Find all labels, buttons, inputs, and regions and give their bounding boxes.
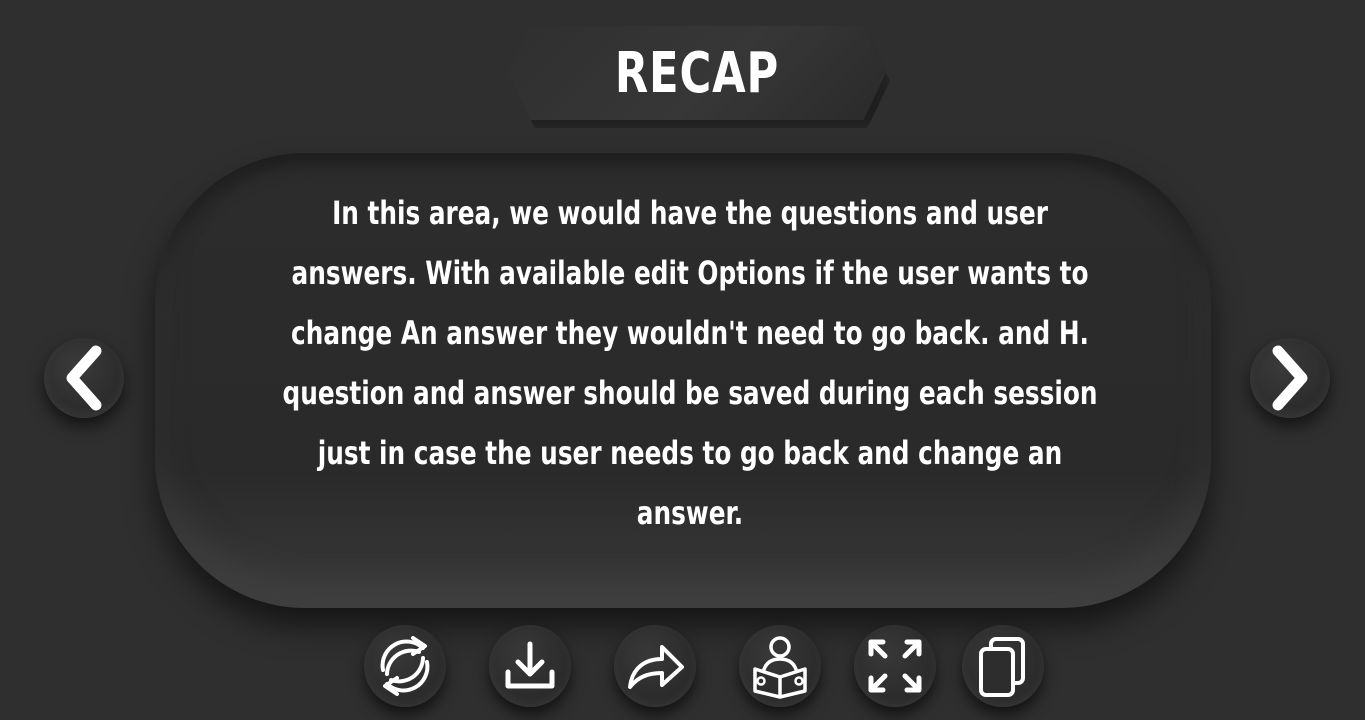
share-icon (628, 645, 684, 689)
recap-body-text: In this area, we would have the question… (282, 194, 1098, 532)
page-title: RECAP (614, 40, 780, 106)
previous-button[interactable] (44, 338, 124, 418)
fullscreen-button[interactable] (854, 625, 936, 707)
copy-button[interactable] (962, 625, 1044, 707)
recap-card-text-container: In this area, we would have the question… (270, 183, 1110, 543)
chevron-left-icon (66, 345, 102, 411)
download-button[interactable] (489, 625, 571, 707)
refresh-button[interactable] (364, 625, 446, 707)
share-button[interactable] (614, 625, 696, 707)
download-icon (505, 641, 555, 689)
next-button[interactable] (1250, 338, 1330, 418)
reader-button[interactable] (739, 625, 821, 707)
fullscreen-icon (868, 639, 922, 693)
copy-icon (979, 637, 1025, 697)
reader-icon (753, 636, 807, 699)
refresh-icon (380, 636, 430, 696)
chevron-right-icon (1272, 345, 1308, 411)
